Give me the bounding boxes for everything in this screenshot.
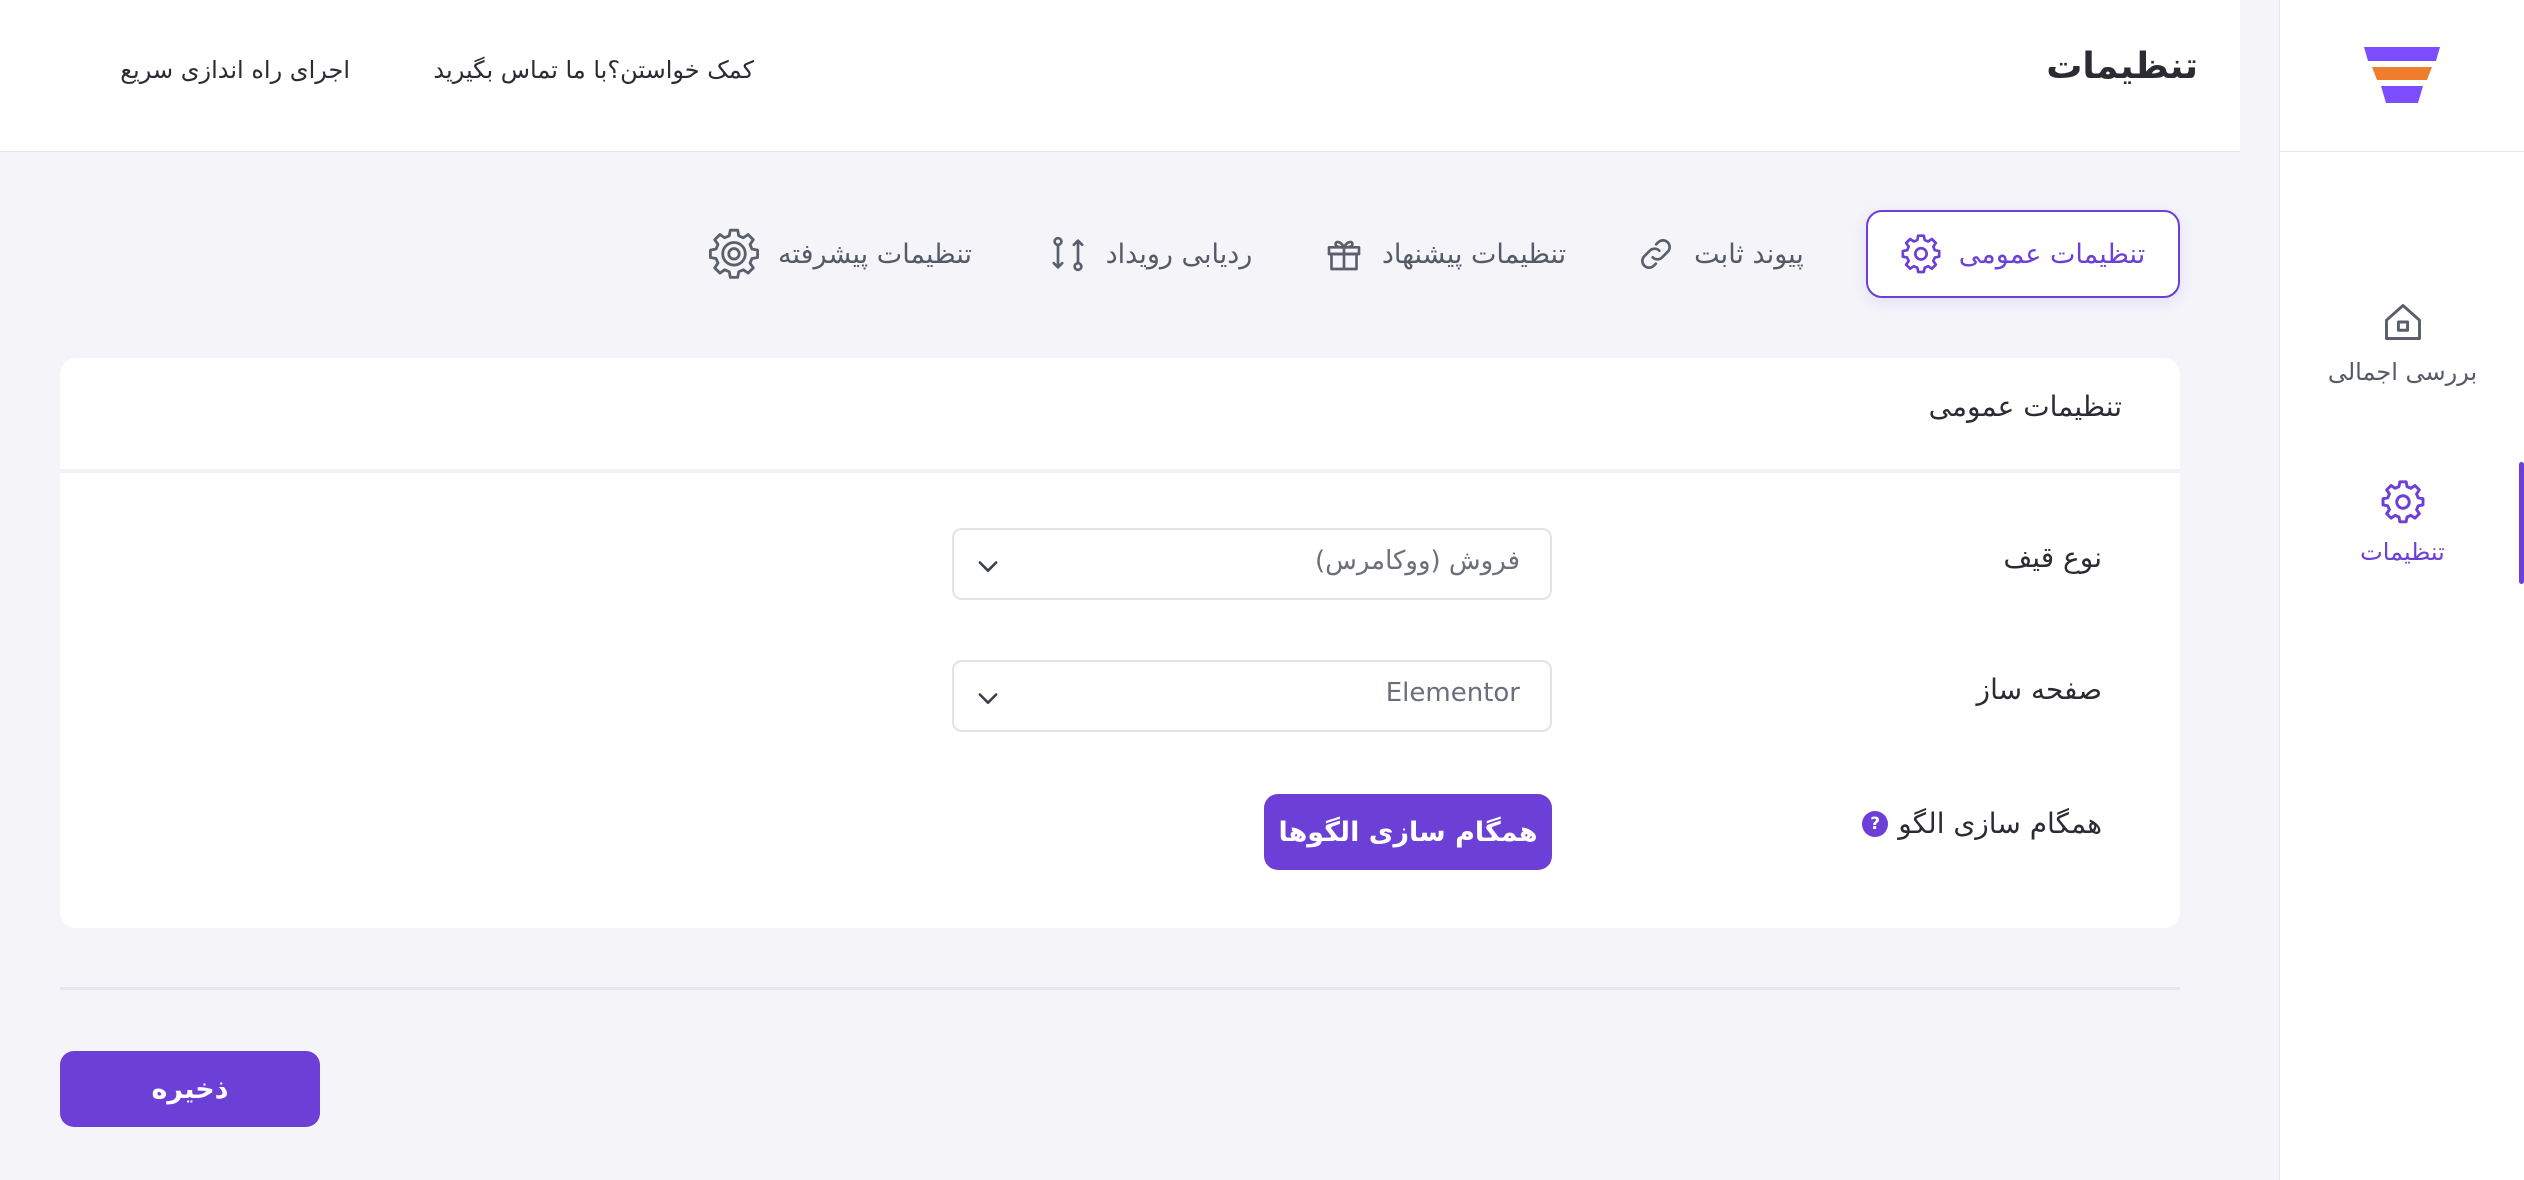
tab-permalink[interactable]: پیوند ثابت xyxy=(1620,210,1820,298)
tab-general-settings[interactable]: تنظیمات عمومی xyxy=(1866,210,2180,298)
card-title: تنظیمات عمومی xyxy=(1928,390,2122,423)
page-builder-label-text: صفحه ساز xyxy=(1976,673,2102,706)
sidebar-item-settings[interactable]: تنظیمات xyxy=(2280,448,2524,598)
top-header: تنظیمات کمک خواستن؟با ما تماس بگیرید اجر… xyxy=(0,0,2240,152)
tab-label: تنظیمات پیشرفته xyxy=(778,238,972,270)
quick-setup-link[interactable]: اجرای راه اندازی سریع xyxy=(120,56,350,84)
gear-icon xyxy=(1901,234,1941,274)
sidebar: بررسی اجمالی تنظیمات xyxy=(2279,0,2524,1180)
tab-label: ردیابی رویداد xyxy=(1105,238,1253,270)
funnel-type-label-text: نوع قیف xyxy=(2003,541,2102,574)
gear-icon xyxy=(2381,480,2424,524)
card-header: تنظیمات عمومی xyxy=(60,358,2180,473)
app-root: بررسی اجمالی تنظیمات تنظیمات کمک خواستن؟… xyxy=(0,0,2524,1180)
template-sync-label: همگام سازی الگو ? xyxy=(1862,807,2102,840)
chevron-down-icon xyxy=(978,561,998,572)
chevron-down-icon xyxy=(978,693,998,704)
page-builder-value: Elementor xyxy=(1385,678,1520,708)
save-button[interactable]: ذخیره xyxy=(60,1051,320,1127)
funnel-type-select[interactable]: فروش (ووکامرس) xyxy=(952,528,1552,600)
template-sync-label-text: همگام سازی الگو xyxy=(1898,807,2102,840)
active-indicator xyxy=(2519,462,2524,584)
sidebar-item-overview[interactable]: بررسی اجمالی xyxy=(2280,268,2524,418)
tab-offer-settings[interactable]: تنظیمات پیشنهاد xyxy=(1305,210,1585,298)
sidebar-item-label: تنظیمات xyxy=(2360,538,2445,566)
home-icon xyxy=(2384,304,2421,340)
tab-advanced-settings[interactable]: تنظیمات پیشرفته xyxy=(690,210,990,298)
gift-icon xyxy=(1327,240,1361,271)
page-title: تنظیمات xyxy=(2046,46,2198,87)
tab-label: تنظیمات پیشنهاد xyxy=(1381,238,1567,270)
tab-label: تنظیمات عمومی xyxy=(1958,238,2146,270)
link-icon xyxy=(1641,239,1672,269)
funnel-type-value: فروش (ووکامرس) xyxy=(1314,546,1520,576)
contact-us-link[interactable]: کمک خواستن؟با ما تماس بگیرید xyxy=(433,56,754,84)
tab-label: پیوند ثابت xyxy=(1694,238,1804,270)
sidebar-item-label: بررسی اجمالی xyxy=(2327,358,2478,386)
event-tracking-icon xyxy=(1052,236,1084,272)
logo[interactable] xyxy=(2280,0,2524,152)
divider xyxy=(60,987,2180,990)
sync-templates-button[interactable]: همگام سازی الگوها xyxy=(1264,794,1552,870)
advanced-gear-icon xyxy=(708,228,760,279)
help-icon[interactable]: ? xyxy=(1862,810,1889,837)
page-builder-select[interactable]: Elementor xyxy=(952,660,1552,732)
page-builder-label: صفحه ساز xyxy=(1977,673,2102,706)
settings-tabs: تنظیمات عمومی پیوند ثابت تنظیمات پیشنهاد xyxy=(640,210,2180,298)
funnel-logo-icon xyxy=(2364,46,2440,103)
general-settings-card: تنظیمات عمومی نوع قیف فروش (ووکامرس) صفح… xyxy=(60,358,2180,928)
funnel-type-label: نوع قیف xyxy=(2003,541,2102,574)
tab-event-tracking[interactable]: ردیابی رویداد xyxy=(1025,210,1275,298)
